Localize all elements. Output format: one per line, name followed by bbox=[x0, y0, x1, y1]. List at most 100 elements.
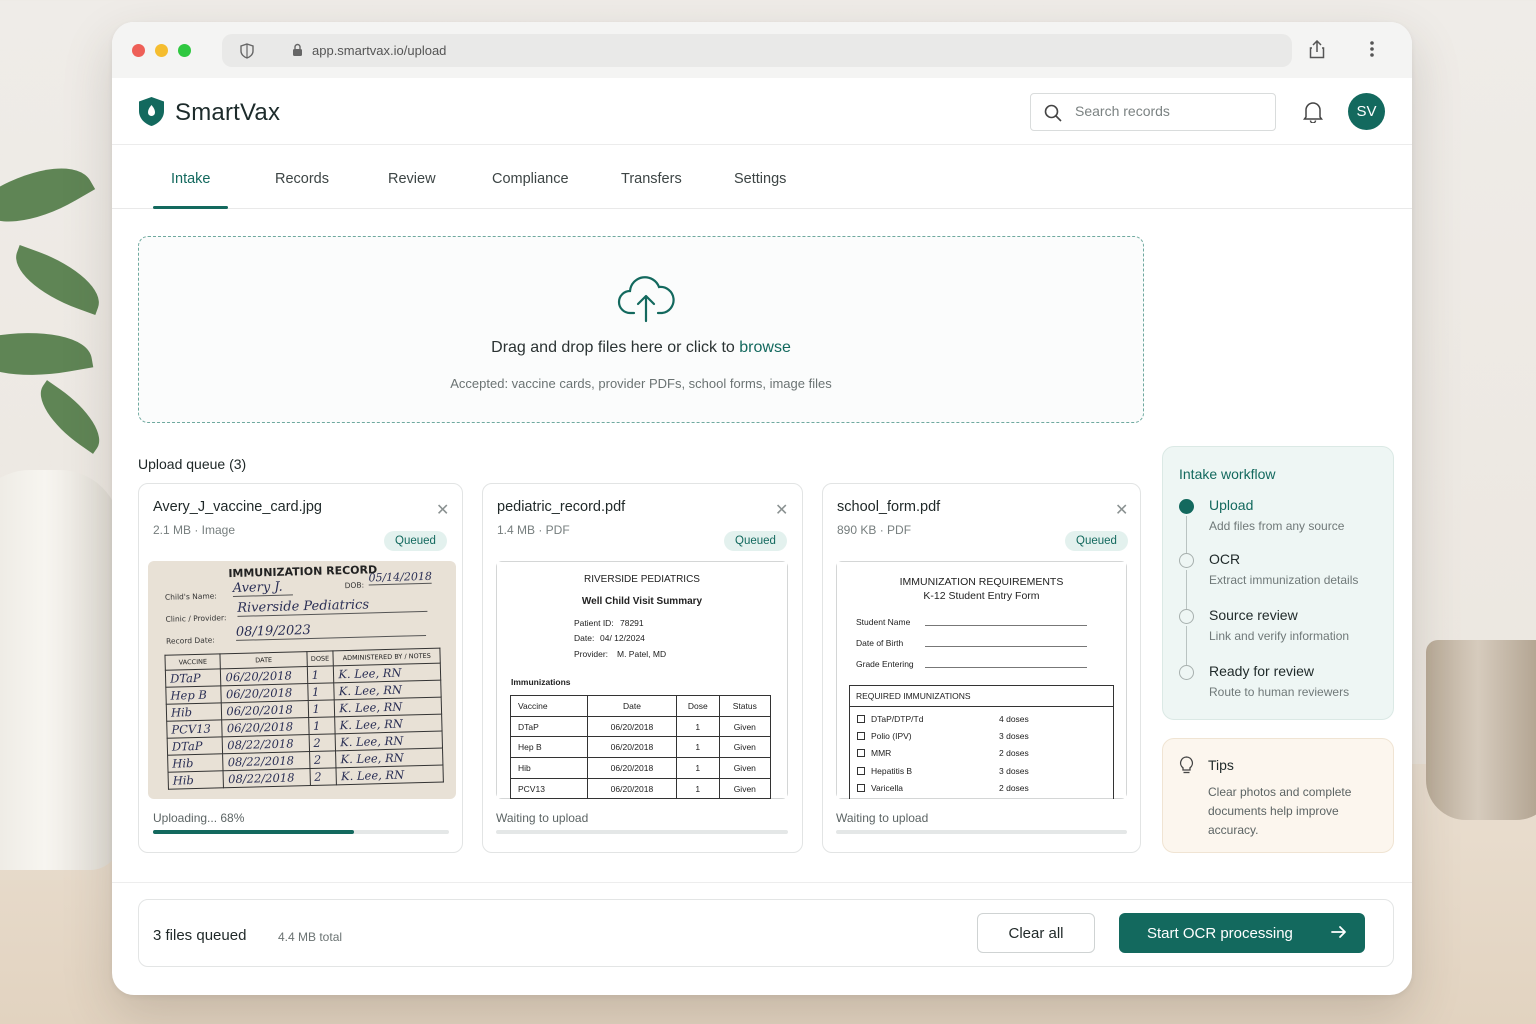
tab-intake[interactable]: Intake bbox=[171, 171, 211, 187]
provider-value: M. Patel, MD bbox=[617, 649, 667, 659]
tab-transfers[interactable]: Transfers bbox=[621, 171, 682, 187]
dropzone-title: Drag and drop files here or click to bro… bbox=[139, 339, 1143, 357]
file-meta: 1.4 MB · PDF bbox=[497, 523, 570, 537]
bell-icon[interactable] bbox=[1303, 101, 1323, 123]
table-row: PCV13 06/20/2018 1 Given bbox=[510, 777, 772, 799]
shield-icon bbox=[240, 43, 254, 59]
form-subtitle: K-12 Student Entry Form bbox=[923, 590, 1040, 602]
step-description: Route to human reviewers bbox=[1209, 685, 1350, 699]
field-line bbox=[925, 646, 1087, 647]
upload-card: school_form.pdf 890 KB · PDF ✕ Queued IM… bbox=[822, 483, 1141, 853]
step-title: Ready for review bbox=[1209, 663, 1315, 679]
vase bbox=[0, 470, 120, 870]
more-vertical-icon[interactable] bbox=[1370, 40, 1374, 58]
tab-records[interactable]: Records bbox=[275, 171, 329, 187]
cell: 06/20/2018 bbox=[586, 757, 677, 779]
list-item: DTaP/DTP/Td 4 doses bbox=[857, 714, 1029, 724]
browse-link[interactable]: browse bbox=[739, 339, 791, 356]
step-description: Link and verify information bbox=[1209, 629, 1350, 643]
search-icon bbox=[1044, 104, 1062, 122]
browser-window: app.smartvax.io/upload SmartVax SV Intak… bbox=[112, 22, 1412, 995]
item-doses: 4 doses bbox=[999, 714, 1029, 724]
maximize-window-button[interactable] bbox=[178, 43, 191, 57]
cell: Hib bbox=[166, 702, 223, 722]
progress-bar bbox=[836, 830, 1127, 834]
progress-fill bbox=[153, 830, 355, 834]
lock-icon bbox=[293, 43, 302, 56]
cell: 06/20/2018 bbox=[586, 715, 677, 738]
upload-queue-title: Upload queue (3) bbox=[138, 456, 247, 472]
pdf-page: RIVERSIDE PEDIATRICS Well Child Visit Su… bbox=[496, 561, 788, 799]
workflow-title: Intake workflow bbox=[1179, 466, 1276, 482]
progress-bar bbox=[153, 830, 449, 834]
remove-file-icon[interactable]: ✕ bbox=[436, 500, 449, 520]
column-header: Dose bbox=[675, 695, 720, 717]
remove-file-icon[interactable]: ✕ bbox=[1115, 500, 1128, 520]
cell: 06/20/2018 bbox=[586, 777, 677, 799]
search-input[interactable] bbox=[1075, 103, 1265, 119]
file-preview-pdf: RIVERSIDE PEDIATRICS Well Child Visit Su… bbox=[496, 561, 788, 799]
remove-file-icon[interactable]: ✕ bbox=[775, 500, 788, 520]
share-icon[interactable] bbox=[1309, 40, 1325, 59]
cell: Hib bbox=[510, 757, 588, 779]
arrow-right-icon bbox=[1331, 926, 1346, 938]
close-window-button[interactable] bbox=[132, 43, 145, 57]
user-avatar[interactable]: SV bbox=[1348, 93, 1385, 130]
list-item: Hepatitis B 3 doses bbox=[857, 766, 1029, 776]
cell: Hib bbox=[168, 770, 224, 790]
item-name: MMR bbox=[871, 748, 892, 758]
file-dropzone[interactable]: Drag and drop files here or click to bro… bbox=[138, 236, 1144, 423]
start-ocr-button[interactable]: Start OCR processing bbox=[1119, 913, 1365, 953]
plant-leaf bbox=[27, 380, 113, 454]
date-label: Date: bbox=[574, 633, 595, 643]
field-line bbox=[925, 625, 1087, 626]
cell: 2 bbox=[309, 750, 337, 769]
item-name: Hepatitis B bbox=[871, 766, 913, 776]
cell: K. Lee, RN bbox=[336, 765, 444, 785]
tab-review[interactable]: Review bbox=[388, 171, 436, 187]
tips-title: Tips bbox=[1208, 757, 1234, 773]
progress-bar bbox=[496, 830, 788, 834]
file-preview-pdf: IMMUNIZATION REQUIREMENTS K-12 Student E… bbox=[836, 561, 1127, 799]
cloud-upload-icon bbox=[617, 276, 675, 323]
upload-status: Waiting to upload bbox=[496, 811, 589, 825]
field-label: Student Name bbox=[856, 617, 911, 627]
upload-status: Uploading... 68% bbox=[153, 811, 245, 825]
step-indicator-icon bbox=[1179, 665, 1194, 680]
cell: PCV13 bbox=[166, 719, 223, 739]
plant-leaf bbox=[0, 319, 94, 389]
address-bar[interactable]: app.smartvax.io/upload bbox=[222, 34, 1292, 67]
clear-all-button[interactable]: Clear all bbox=[977, 913, 1095, 953]
step-indicator-icon bbox=[1179, 553, 1194, 568]
lightbulb-icon bbox=[1179, 756, 1194, 774]
smartvax-logo-icon[interactable] bbox=[138, 96, 165, 127]
browser-chrome: app.smartvax.io/upload bbox=[112, 22, 1412, 78]
cell: 1 bbox=[307, 699, 335, 718]
file-preview-image: IMMUNIZATION RECORD Child's Name: Avery … bbox=[148, 561, 456, 799]
brand-name[interactable]: SmartVax bbox=[175, 99, 280, 127]
file-name: school_form.pdf bbox=[837, 499, 941, 515]
minimize-window-button[interactable] bbox=[155, 43, 168, 57]
handwritten-record: IMMUNIZATION RECORD Child's Name: Avery … bbox=[148, 561, 456, 799]
item-name: Polio (IPV) bbox=[871, 731, 912, 741]
patient-value: 78291 bbox=[620, 618, 644, 628]
date-value: 04/ 12/2024 bbox=[600, 633, 645, 643]
tab-compliance[interactable]: Compliance bbox=[492, 171, 569, 187]
child-label: Child's Name: bbox=[164, 591, 217, 602]
file-name: pediatric_record.pdf bbox=[497, 499, 626, 515]
record-date-label: Record Date: bbox=[165, 635, 215, 646]
mug bbox=[1426, 640, 1536, 820]
file-meta: 890 KB · PDF bbox=[837, 523, 912, 537]
tab-settings[interactable]: Settings bbox=[734, 171, 786, 187]
step-description: Extract immunization details bbox=[1209, 573, 1359, 587]
checkbox-icon bbox=[857, 749, 865, 757]
record-date-value: 08/19/2023 bbox=[235, 619, 427, 641]
checkbox-icon bbox=[857, 767, 865, 775]
item-doses: 2 doses bbox=[999, 783, 1029, 793]
search-box[interactable] bbox=[1030, 93, 1276, 131]
immunization-table: Vaccine Date Dose Status DTaP 06/20/2018 1… bbox=[510, 695, 772, 799]
list-item: Polio (IPV) 3 doses bbox=[857, 731, 1029, 741]
step-connector bbox=[1186, 626, 1187, 666]
action-footer: 3 files queued 4.4 MB total Clear all St… bbox=[138, 899, 1394, 967]
cell: Hib bbox=[167, 753, 224, 773]
